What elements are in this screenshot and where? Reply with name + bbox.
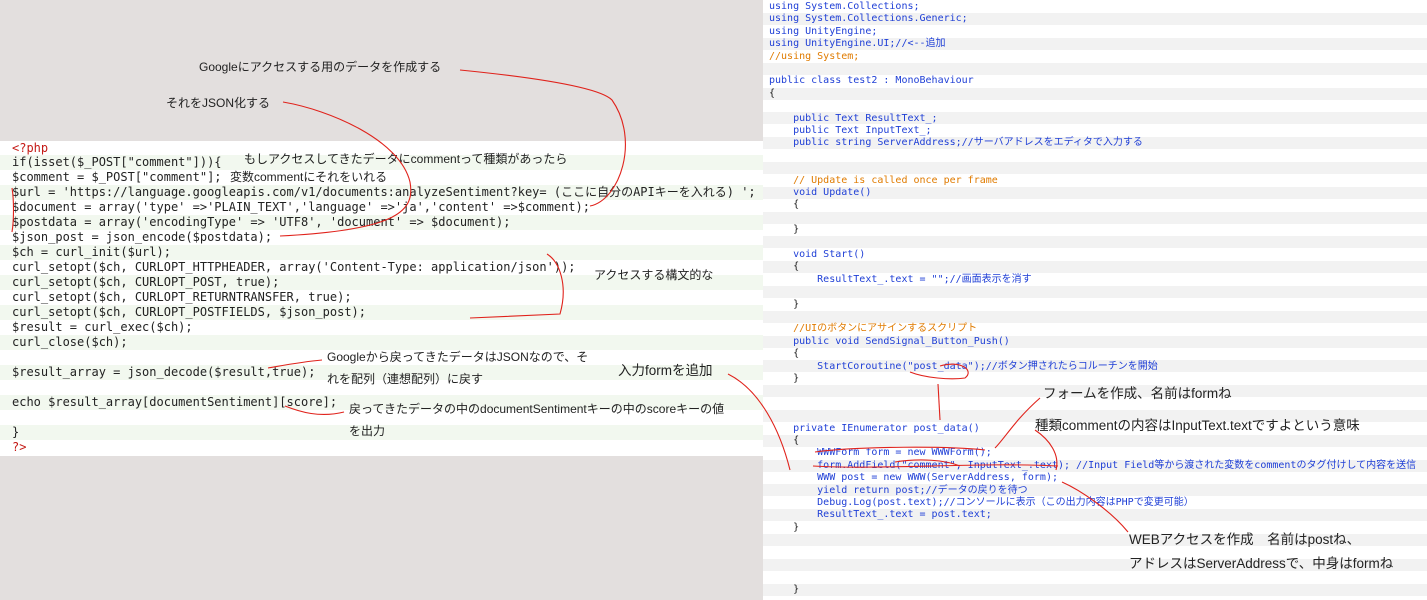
note-json-returned: Googleから戻ってきたデータはJSONなので、それを配列（連想配列）に戻す — [327, 350, 589, 386]
cs-line: using UnityEngine; — [769, 25, 878, 37]
note-www-access-2: アドレスはServerAddressで、中身はformね — [1129, 556, 1394, 571]
cs-line: void Start() — [769, 249, 866, 260]
cs-line: //using System; — [769, 50, 860, 62]
row-band — [763, 286, 1427, 299]
cs-line: StartCoroutine("post_data");//ボタン押されたらコル… — [769, 360, 1158, 372]
cs-line: public class test2 : MonoBehaviour — [769, 75, 974, 87]
cs-line: public Text InputText_; — [769, 125, 932, 136]
note-google-data: Googleにアクセスする用のデータを作成する — [199, 60, 442, 74]
note-to-json: それをJSON化する — [166, 96, 271, 110]
row-band — [763, 435, 1427, 448]
cs-line: form.AddField("comment", InputText_.text… — [769, 459, 1417, 471]
cs-line: private IEnumerator post_data() — [769, 422, 980, 434]
cs-line: void Update() — [769, 187, 872, 198]
csharp-panel: using System.Collections; using System.C… — [763, 0, 1427, 600]
php-line: <?php — [12, 141, 49, 155]
cs-line: WWWForm form = new WWWForm(); — [769, 447, 992, 459]
row-band — [763, 63, 1427, 76]
cs-line: } — [769, 373, 800, 384]
php-line: $result = curl_exec($ch); — [12, 320, 193, 334]
cs-line: WWW post = new WWW(ServerAddress, form); — [769, 472, 1058, 484]
cs-line: { — [769, 261, 800, 273]
php-line: $document = array('type' =>'PLAIN_TEXT',… — [12, 200, 590, 214]
row-band — [763, 88, 1427, 101]
php-line: curl_setopt($ch, CURLOPT_POSTFIELDS, $js… — [0, 305, 763, 320]
php-panel: <?php if(isset($_POST["comment"])){ $com… — [0, 0, 763, 600]
note-www-access-1: WEBアクセスを作成 名前はpostね、 — [1129, 532, 1361, 547]
note-comment-kind: 種類commentの内容はInputText.textですよという意味 — [1035, 418, 1360, 433]
note-add-form: 入力formを追加 — [618, 363, 713, 378]
php-line: curl_setopt($ch, CURLOPT_RETURNTRANSFER,… — [12, 290, 352, 304]
cs-line: Debug.Log(post.text);//コンソールに表示（この出力内容はP… — [769, 497, 1194, 508]
row-band — [763, 212, 1427, 225]
cs-line: public Text ResultText_; — [769, 112, 938, 124]
row-band — [763, 261, 1427, 274]
cs-line: { — [769, 87, 776, 99]
cs-line: using System.Collections; — [769, 1, 920, 12]
cs-line: ResultText_.text = "";//画面表示を消す — [769, 273, 1032, 285]
row-band — [763, 584, 1427, 597]
php-line: $json_post = json_encode($postdata); — [12, 230, 273, 244]
note-output-score: 戻ってきたデータの中のdocumentSentimentキーの中のscoreキー… — [349, 402, 725, 438]
cs-line: public string ServerAddress;//サーバアドレスをエデ… — [769, 137, 1143, 149]
cs-line: { — [769, 435, 800, 446]
php-line: ?> — [12, 440, 27, 454]
php-line: $postdata = array('encodingType' => 'UTF… — [0, 215, 763, 230]
cs-line: { — [769, 348, 800, 360]
cs-line: ResultText_.text = post.text; — [769, 509, 992, 521]
note-syntax: アクセスする構文的な — [594, 268, 714, 282]
cs-line: using System.Collections.Generic; — [769, 13, 968, 25]
php-line: $ch = curl_init($url); — [0, 245, 763, 260]
cs-line: } — [769, 298, 800, 310]
row-band — [763, 236, 1427, 249]
cs-line: yield return post;//データの戻りを待つ — [769, 484, 1028, 496]
note-form-name: フォームを作成、名前はformね — [1043, 386, 1232, 401]
cs-line: // Update is called once per frame — [769, 174, 998, 186]
cs-line: public void SendSignal_Button_Push() — [769, 335, 1010, 347]
cs-line: using UnityEngine.UI;//<--追加 — [769, 38, 946, 50]
row-band — [763, 311, 1427, 324]
cs-line: } — [769, 521, 800, 533]
php-line: curl_setopt($ch, CURLOPT_HTTPHEADER, arr… — [12, 260, 576, 274]
cs-line: { — [769, 199, 800, 211]
cs-line: } — [769, 584, 800, 595]
row-band — [763, 162, 1427, 175]
cs-line: //UIのボタンにアサインするスクリプト — [769, 323, 978, 335]
cs-line: } — [769, 224, 800, 236]
note-var-comment: 変数commentにそれをいれる — [230, 170, 388, 184]
php-line: $comment = $_POST["comment"]; — [12, 170, 222, 184]
